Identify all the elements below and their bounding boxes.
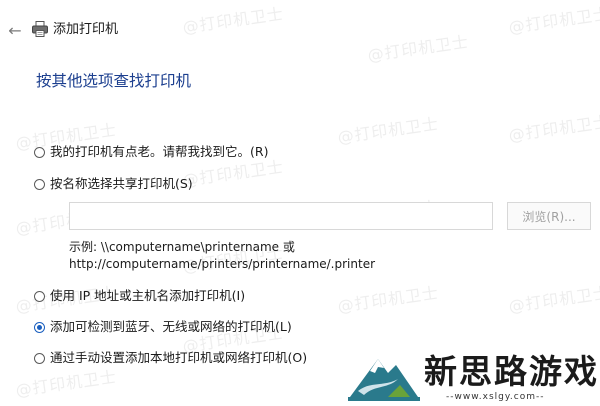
arrow-left-icon: ← <box>8 21 22 40</box>
example-line-1: 示例: \\computername\printername 或 <box>69 240 295 254</box>
watermark-text: @打印机卫士 <box>14 366 119 400</box>
option-shared-printer[interactable]: 按名称选择共享打印机(S) <box>34 175 193 193</box>
watermark-text: @打印机卫士 <box>507 111 600 145</box>
option-ip-address[interactable]: 使用 IP 地址或主机名添加打印机(I) <box>34 287 245 305</box>
back-button[interactable]: ← <box>6 22 24 40</box>
option-bluetooth-wireless-network[interactable]: 添加可检测到蓝牙、无线或网络的打印机(L) <box>34 318 292 336</box>
option-label: 添加可检测到蓝牙、无线或网络的打印机(L) <box>50 319 292 334</box>
shared-printer-name-input[interactable] <box>69 202 493 230</box>
printer-icon <box>31 20 49 38</box>
browse-button[interactable]: 浏览(R)... <box>507 202 591 230</box>
radio-button[interactable] <box>34 352 45 364</box>
option-manual-local-network[interactable]: 通过手动设置添加本地打印机或网络打印机(O) <box>34 349 307 367</box>
radio-button-selected[interactable] <box>34 321 45 333</box>
radio-button[interactable] <box>34 290 45 302</box>
option-label: 使用 IP 地址或主机名添加打印机(I) <box>50 288 246 303</box>
mountain-logo-icon <box>348 359 420 401</box>
site-logo: 新思路游戏 --www.xslgy.com-- <box>346 347 600 406</box>
radio-button[interactable] <box>34 178 45 190</box>
watermark-text: @打印机卫士 <box>507 282 600 316</box>
page-heading: 按其他选项查找打印机 <box>36 72 192 90</box>
option-label: 通过手动设置添加本地打印机或网络打印机(O) <box>50 350 308 365</box>
watermark-text: @打印机卫士 <box>336 113 441 147</box>
option-label: 我的打印机有点老。请帮我找到它。(R) <box>50 144 269 159</box>
watermark-text: @打印机卫士 <box>336 282 441 316</box>
radio-button[interactable] <box>34 146 45 158</box>
logo-url: --www.xslgy.com-- <box>446 392 545 402</box>
option-label: 按名称选择共享打印机(S) <box>50 176 193 191</box>
logo-name: 新思路游戏 <box>424 352 599 391</box>
window-title: 添加打印机 <box>53 22 119 37</box>
option-old-printer[interactable]: 我的打印机有点老。请帮我找到它。(R) <box>34 143 268 161</box>
example-line-2: http://computername/printers/printername… <box>69 257 376 271</box>
